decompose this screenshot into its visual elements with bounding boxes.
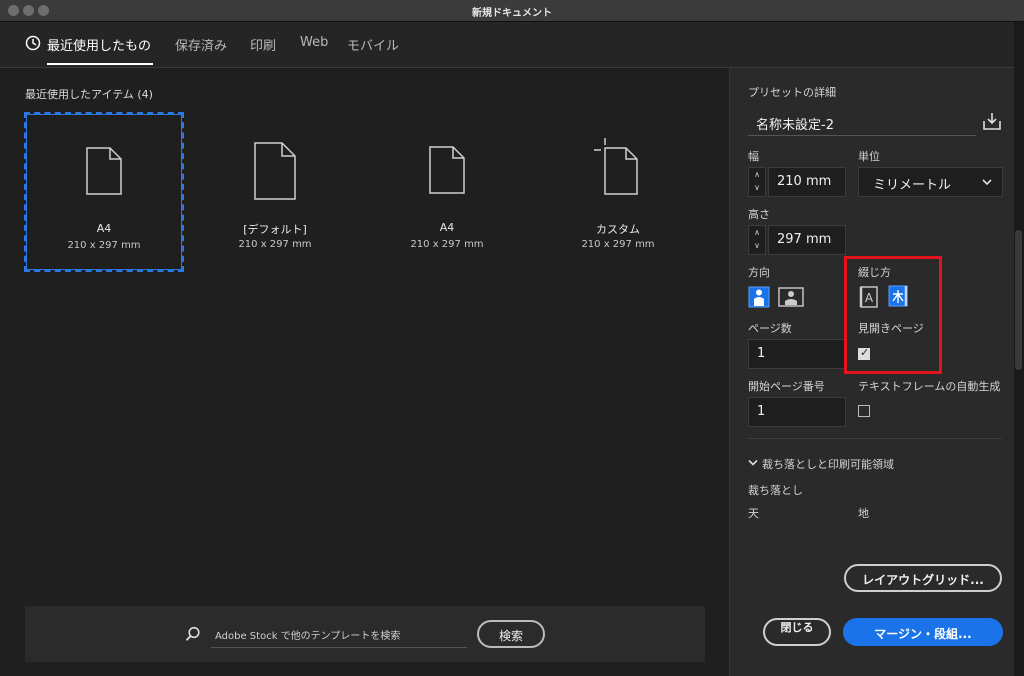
section-divider	[747, 438, 1002, 439]
landscape-orientation-icon[interactable]	[778, 286, 804, 308]
tab-web[interactable]: Web	[300, 35, 328, 65]
unit-label: 単位	[858, 150, 880, 163]
tile-name: カスタム	[596, 223, 640, 236]
pages-label: ページ数	[748, 322, 792, 335]
save-preset-icon[interactable]	[982, 111, 1002, 131]
pages-field[interactable]: 1	[748, 339, 846, 369]
preset-name-field[interactable]: 名称未設定-2	[748, 108, 976, 136]
stock-search-input[interactable]: Adobe Stock で他のテンプレートを検索	[211, 622, 467, 648]
tile-name: A4	[96, 222, 112, 235]
chevron-down-icon[interactable]	[748, 459, 758, 467]
unit-dropdown[interactable]: ミリメートル	[858, 167, 1003, 197]
text-frame-label: テキストフレームの自動生成	[858, 380, 1001, 393]
portrait-orientation-icon[interactable]	[748, 286, 770, 308]
bleed-label: 裁ち落とし	[748, 484, 803, 497]
recent-items-heading: 最近使用したアイテム (4)	[25, 88, 153, 101]
preset-details-heading: プリセットの詳細	[748, 86, 836, 99]
stock-search-bar: Adobe Stock で他のテンプレートを検索 検索	[25, 606, 705, 662]
document-icon	[86, 147, 122, 195]
tile-size: 210 x 297 mm	[238, 239, 312, 250]
tab-saved[interactable]: 保存済み	[175, 35, 227, 65]
width-stepper[interactable]: ∧ ∨	[748, 167, 766, 197]
document-icon	[254, 142, 296, 200]
title-bar: 新規ドキュメント	[0, 0, 1024, 22]
width-field[interactable]: 210 mm	[768, 167, 846, 197]
binding-highlight-annotation	[844, 256, 942, 374]
preset-tile-custom[interactable]: カスタム 210 x 297 mm	[540, 114, 696, 270]
clock-icon	[25, 35, 41, 51]
preset-tile-default[interactable]: [デフォルト] 210 x 297 mm	[197, 114, 353, 270]
start-page-label: 開始ページ番号	[748, 380, 825, 393]
bleed-bottom-label: 地	[858, 507, 869, 520]
tile-name: A4	[439, 221, 455, 234]
tile-name: [デフォルト]	[243, 223, 307, 236]
tile-size: 210 x 297 mm	[67, 240, 141, 251]
orientation-label: 方向	[748, 266, 770, 279]
height-field[interactable]: 297 mm	[768, 225, 846, 255]
margins-columns-button[interactable]: マージン・段組...	[843, 618, 1003, 646]
search-button[interactable]: 検索	[477, 620, 545, 648]
text-frame-checkbox[interactable]	[858, 405, 870, 417]
category-tabs: 最近使用したもの 保存済み 印刷 Web モバイル	[0, 22, 1014, 68]
width-label: 幅	[748, 150, 759, 163]
tab-mobile[interactable]: モバイル	[347, 35, 399, 65]
tile-size: 210 x 297 mm	[581, 239, 655, 250]
tile-size: 210 x 297 mm	[410, 239, 484, 250]
start-page-field[interactable]: 1	[748, 397, 846, 427]
close-button[interactable]: 閉じる	[763, 618, 831, 646]
chevron-down-icon	[982, 179, 992, 186]
new-document-dialog: 新規ドキュメント 最近使用したもの 保存済み 印刷 Web モバイル 最近使用し…	[0, 0, 1024, 676]
scrollbar-thumb[interactable]	[1015, 230, 1022, 370]
preset-tile-a4[interactable]: A4 210 x 297 mm	[24, 112, 184, 272]
unit-value: ミリメートル	[873, 178, 952, 193]
height-label: 高さ	[748, 208, 770, 221]
tab-recent[interactable]: 最近使用したもの	[47, 35, 153, 65]
layout-grid-button[interactable]: レイアウトグリッド...	[844, 564, 1002, 592]
custom-document-icon	[594, 138, 638, 195]
preset-tile-a4-2[interactable]: A4 210 x 297 mm	[369, 114, 525, 270]
search-icon	[185, 626, 200, 641]
document-icon	[429, 146, 465, 194]
window-title: 新規ドキュメント	[472, 8, 552, 19]
tab-print[interactable]: 印刷	[250, 35, 276, 65]
bleed-top-label: 天	[748, 507, 759, 520]
bleed-section-toggle[interactable]: 裁ち落としと印刷可能領域	[762, 456, 894, 472]
height-stepper[interactable]: ∧ ∨	[748, 225, 766, 255]
